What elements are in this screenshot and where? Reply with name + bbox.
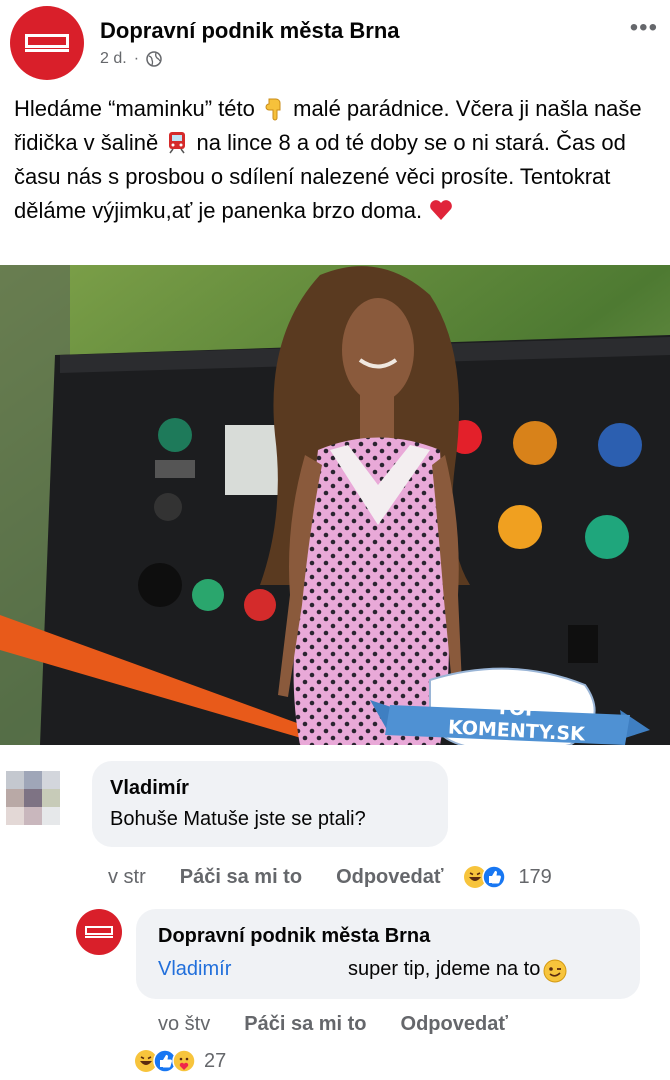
reaction-count: 179 bbox=[518, 865, 552, 888]
dpmb-logo-icon bbox=[25, 34, 69, 52]
dpmb-logo-icon bbox=[85, 926, 113, 938]
post-meta: 2 d. · bbox=[100, 50, 162, 68]
reply-bubble: Dopravní podnik města Brna Vladimír supe… bbox=[136, 909, 640, 999]
post-header: Dopravní podnik města Brna 2 d. · ••• bbox=[0, 0, 670, 80]
comment-text: Bohuše Matuše jste se ptali? bbox=[110, 808, 366, 830]
reply-reaction-count: 27 bbox=[204, 1049, 227, 1072]
reply-author[interactable]: Dopravní podnik města Brna bbox=[158, 925, 618, 948]
comment-author[interactable]: Vladimír bbox=[110, 777, 430, 800]
more-options-button[interactable]: ••• bbox=[630, 14, 658, 42]
comment-actions: v str Páči sa mi to Odpovedať 179 bbox=[108, 865, 552, 889]
page-name[interactable]: Dopravní podnik města Brna bbox=[100, 18, 400, 44]
comment-bubble: Vladimír Bohuše Matuše jste se ptali? bbox=[92, 761, 448, 847]
heart-icon bbox=[430, 200, 453, 220]
reply-button[interactable]: Odpovedať bbox=[336, 866, 443, 889]
like-button[interactable]: Páči sa mi to bbox=[180, 866, 302, 889]
care-emoji-icon bbox=[172, 1049, 196, 1073]
watermark-text: TOP KOMENTY.SK bbox=[447, 696, 586, 746]
globe-icon bbox=[146, 51, 162, 67]
reaction-summary[interactable]: 179 bbox=[463, 865, 552, 889]
reply-time[interactable]: vo štv bbox=[158, 1013, 210, 1036]
reply-text: super tip, jdeme na to bbox=[348, 958, 541, 980]
meta-separator: · bbox=[133, 50, 140, 67]
comment-time[interactable]: v str bbox=[108, 866, 146, 889]
reply-actions: vo štv Páči sa mi to Odpovedať bbox=[158, 1013, 508, 1036]
reply-reply-button[interactable]: Odpovedať bbox=[401, 1013, 508, 1036]
post-text: Hledáme “maminku” této malé parádnice. V… bbox=[14, 92, 658, 228]
reply-reaction-summary[interactable]: 27 bbox=[134, 1049, 226, 1073]
hand-pointing-down-icon bbox=[265, 98, 281, 121]
post-text-part-1: Hledáme “maminku” této bbox=[14, 96, 255, 121]
comments-section: Vladimír Bohuše Matuše jste se ptali? v … bbox=[0, 745, 670, 1080]
page-avatar[interactable] bbox=[10, 6, 84, 80]
like-emoji-icon bbox=[482, 865, 507, 889]
reply-mention[interactable]: Vladimír bbox=[158, 958, 348, 984]
post-time[interactable]: 2 d. bbox=[100, 50, 127, 68]
wink-emoji-icon bbox=[543, 959, 567, 983]
reply-avatar[interactable] bbox=[76, 909, 122, 955]
commenter-avatar[interactable] bbox=[0, 757, 74, 831]
reply-like-button[interactable]: Páči sa mi to bbox=[244, 1013, 366, 1036]
tram-icon bbox=[169, 132, 186, 154]
